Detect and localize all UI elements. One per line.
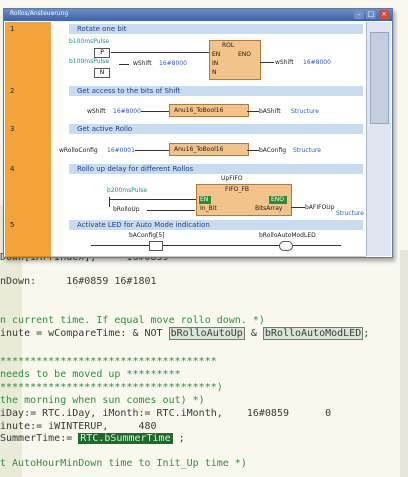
pin-en: EN: [212, 51, 221, 58]
code-line: nDown: 16#0859 16#1801: [0, 276, 157, 287]
pin-eno: ENO: [238, 51, 252, 58]
network-5[interactable]: Activate LED for Auto Mode indication bA…: [51, 218, 366, 257]
input-variable: bAConfig[5]: [129, 232, 165, 239]
vertical-scrollbar[interactable]: [366, 22, 391, 256]
block-name: ROL: [222, 42, 235, 49]
block-name: FIFO_FB: [225, 186, 249, 193]
code-comment: the morning when sun comes out) *): [0, 395, 205, 406]
network-4[interactable]: Rollo up delay for different Rollos UpFI…: [51, 162, 366, 219]
value-label: 16#8000: [159, 60, 187, 67]
network-number[interactable]: 1: [5, 22, 51, 85]
value-label: 16#8000: [113, 108, 141, 115]
output-variable: bAConfig: [259, 147, 287, 154]
code-line: SummerTime:= RTC.bSummerTime ;: [0, 433, 185, 444]
positive-edge-contact[interactable]: P: [94, 48, 110, 58]
input-variable: wRolloConfig: [59, 147, 98, 154]
value-label: Structure: [336, 210, 364, 217]
network-comment: Rollo up delay for different Rollos: [69, 164, 363, 174]
wire: [111, 52, 209, 53]
code-line: iDay:= RTC.iDay, iMonth:= RTC.iMonth, 16…: [0, 408, 332, 419]
network-number[interactable]: 2: [5, 84, 51, 123]
minimize-icon[interactable]: –: [354, 10, 364, 19]
output-variable: bAShift: [259, 108, 281, 115]
maximize-icon[interactable]: □: [366, 10, 376, 19]
code-comment: needs to be moved up *********: [0, 369, 181, 380]
window-title: Rollos/Ansteuerung: [10, 10, 69, 17]
wire: [247, 150, 259, 151]
value-label: Structure: [291, 108, 319, 115]
pin-in: In_Bit: [200, 205, 217, 212]
coil[interactable]: [279, 241, 293, 251]
instance-name: UpFIFO: [221, 175, 243, 182]
wire: [141, 111, 169, 112]
block-name: Anu16_ToBool16: [174, 107, 224, 114]
convert-block[interactable]: Anu16_ToBool16: [169, 104, 249, 117]
code-line: inute = wCompareTime: & NOT bRolloAutoUp…: [0, 327, 370, 340]
wire: [135, 150, 169, 151]
network-3[interactable]: Get active Rollo wRolloConfig 16#0001 An…: [51, 122, 366, 163]
pin-out: BitsArray: [255, 205, 283, 212]
block-name: Anu16_ToBool16: [174, 146, 224, 153]
pin-en: EN: [200, 196, 209, 203]
wire: [119, 64, 129, 65]
wire: [147, 210, 195, 211]
selected-variable[interactable]: RTC.bSummerTime: [78, 433, 173, 444]
network-number[interactable]: 3: [5, 122, 51, 163]
value-label: 16#8000: [303, 59, 331, 66]
fbd-window[interactable]: Rollos/Ansteuerung – □ × 1 Rotate one bi…: [3, 8, 393, 258]
code-line: inute:= iWINTERUP, 480: [0, 421, 157, 432]
fbd-editor[interactable]: 1 Rotate one bit b100msPulse P b100msPul…: [5, 22, 391, 257]
negative-edge-contact[interactable]: N: [94, 68, 110, 78]
highlighted-variable[interactable]: bRolloAutoUp: [168, 327, 245, 340]
output-variable: bRolloAutoModLED: [259, 232, 316, 239]
code-comment: t AutoHourMinDown time to Init_Up time *…: [0, 458, 247, 469]
wire: [260, 62, 274, 63]
output-variable: bAFIFOUp: [305, 204, 335, 211]
editor-scrollbar[interactable]: [400, 250, 408, 477]
close-icon[interactable]: ×: [379, 10, 389, 19]
scroll-thumb[interactable]: [370, 32, 389, 124]
code-comment: ************************************): [0, 382, 223, 393]
network-comment: Get active Rollo: [69, 124, 363, 134]
convert-block[interactable]: Anu16_ToBool16: [169, 143, 249, 156]
title-bar[interactable]: Rollos/Ansteuerung – □ ×: [4, 9, 392, 21]
highlighted-variable[interactable]: bRolloAutoModLED: [262, 327, 364, 340]
value-label: 16#0001: [107, 147, 135, 154]
output-variable: wShift: [275, 59, 294, 66]
fifo-block[interactable]: FIFO_FB EN ENO In_Bit BitsArray: [196, 184, 292, 216]
network-1[interactable]: Rotate one bit b100msPulse P b100msPulse…: [51, 22, 366, 85]
network-comment: Activate LED for Auto Mode indication: [69, 220, 363, 230]
input-variable: bRolloUp: [113, 206, 140, 213]
pulse-label: b100msPulse: [69, 38, 110, 45]
pin-n: N: [212, 69, 217, 76]
wire: [247, 111, 259, 112]
pulse-label: b200msPulse: [107, 187, 148, 194]
contact[interactable]: [149, 241, 163, 251]
variable-label: wShift: [133, 60, 152, 67]
pin-in: IN: [212, 60, 219, 67]
rol-block[interactable]: ROL EN ENO IN N: [209, 40, 261, 80]
code-comment: n current time. If equal move rollo down…: [0, 315, 265, 326]
code-comment: ************************************: [0, 356, 217, 367]
pin-eno: ENO: [271, 196, 285, 203]
network-comment: Rotate one bit: [69, 24, 363, 34]
network-number[interactable]: 4: [5, 162, 51, 219]
input-variable: wShift: [87, 108, 106, 115]
wire: [291, 207, 305, 208]
wire: [91, 245, 341, 246]
value-label: Structure: [293, 147, 321, 154]
network-comment: Get access to the bits of Shift: [69, 86, 363, 96]
pulse-label: b100msPulse: [69, 58, 110, 65]
network-number[interactable]: 5: [5, 218, 51, 257]
network-2[interactable]: Get access to the bits of Shift wShift 1…: [51, 84, 366, 123]
